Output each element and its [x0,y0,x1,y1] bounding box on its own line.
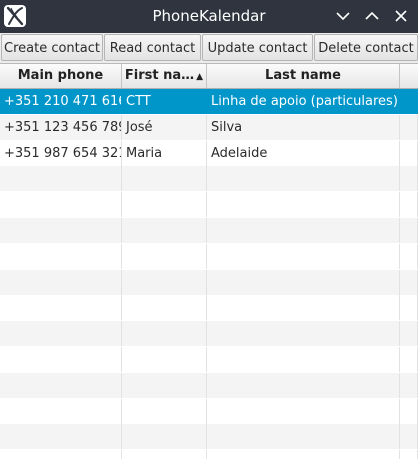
cell-first-name [122,347,207,372]
cell-first-name [122,373,207,398]
cell-main-phone: +351 123 456 789 [0,115,122,140]
cell-first-name [122,244,207,269]
table-row[interactable]: +351 987 654 321 Maria Adelaide [0,141,418,166]
cell-last-name [207,373,400,398]
empty-table-row [0,166,418,191]
cell-last-name [207,270,400,295]
cell-filler [400,347,418,372]
cell-main-phone: +351 987 654 321 [0,141,122,166]
cell-first-name: José [122,115,207,140]
cell-first-name [122,295,207,320]
cell-main-phone: +351 210 471 616 [0,89,122,114]
create-contact-button[interactable]: Create contact [1,34,103,61]
cell-last-name [207,399,400,424]
cell-last-name: Silva [207,115,400,140]
cell-main-phone [0,295,122,320]
update-contact-button[interactable]: Update contact [202,34,313,61]
column-header-label: Last name [265,68,341,83]
column-header-filler [400,64,418,88]
empty-table-row [0,295,418,320]
cell-filler [400,115,418,140]
cell-filler [400,141,418,166]
cell-main-phone [0,347,122,372]
table-header: Main phone First na… ▲ Last name [0,64,418,89]
cell-main-phone [0,192,122,217]
cell-filler [400,424,418,449]
title-bar: PhoneKalendar [0,0,418,33]
cell-filler [400,244,418,269]
cell-filler [400,321,418,346]
column-header-main-phone[interactable]: Main phone [0,64,122,88]
cell-last-name: Linha de apoio (particulares) [207,89,400,114]
table-row[interactable]: +351 210 471 616 CTT Linha de apoio (parti… [0,89,418,114]
table-row[interactable]: +351 123 456 789 José Silva [0,115,418,140]
read-contact-button[interactable]: Read contact [104,34,201,61]
minimize-icon[interactable] [334,7,352,25]
cell-last-name [207,218,400,243]
cell-filler [400,295,418,320]
cell-last-name [207,450,400,459]
cell-last-name [207,166,400,191]
cell-first-name: CTT [122,89,207,114]
cell-filler [400,399,418,424]
toolbar: Create contact Read contact Update conta… [0,33,418,64]
cell-filler [400,218,418,243]
cell-filler [400,192,418,217]
empty-table-row [0,270,418,295]
empty-table-row [0,424,418,449]
maximize-icon[interactable] [363,7,381,25]
cell-filler [400,89,418,114]
cell-first-name: Maria [122,141,207,166]
cell-first-name [122,424,207,449]
cell-main-phone [0,321,122,346]
cell-last-name [207,321,400,346]
window-title: PhoneKalendar [152,7,266,25]
cell-first-name [122,218,207,243]
column-header-last-name[interactable]: Last name [207,64,400,88]
cell-main-phone [0,218,122,243]
cell-filler [400,270,418,295]
cell-last-name: Adelaide [207,141,400,166]
empty-table-row [0,450,418,459]
cell-first-name [122,321,207,346]
close-icon[interactable] [392,7,410,25]
column-header-label: First na… [124,68,195,83]
cell-last-name [207,347,400,372]
empty-table-row [0,399,418,424]
cell-main-phone [0,244,122,269]
cell-main-phone [0,270,122,295]
empty-table-row [0,192,418,217]
cell-first-name [122,270,207,295]
cell-filler [400,450,418,459]
cell-main-phone [0,399,122,424]
cell-last-name [207,295,400,320]
cell-last-name [207,244,400,269]
empty-table-row [0,347,418,372]
cell-first-name [122,399,207,424]
empty-table-row [0,373,418,398]
cell-filler [400,373,418,398]
cell-main-phone [0,373,122,398]
column-header-first-name[interactable]: First na… ▲ [122,64,207,88]
cell-filler [400,166,418,191]
contacts-table: Main phone First na… ▲ Last name +351 210… [0,64,418,459]
delete-contact-button[interactable]: Delete contact [314,34,418,61]
empty-table-row [0,321,418,346]
cell-main-phone [0,166,122,191]
cell-last-name [207,192,400,217]
cell-first-name [122,192,207,217]
cell-first-name [122,450,207,459]
column-header-label: Main phone [17,68,104,83]
empty-table-row [0,244,418,269]
cell-first-name [122,166,207,191]
cell-main-phone [0,450,122,459]
sort-ascending-icon: ▲ [196,72,204,82]
empty-table-row [0,218,418,243]
cell-main-phone [0,424,122,449]
cell-last-name [207,424,400,449]
